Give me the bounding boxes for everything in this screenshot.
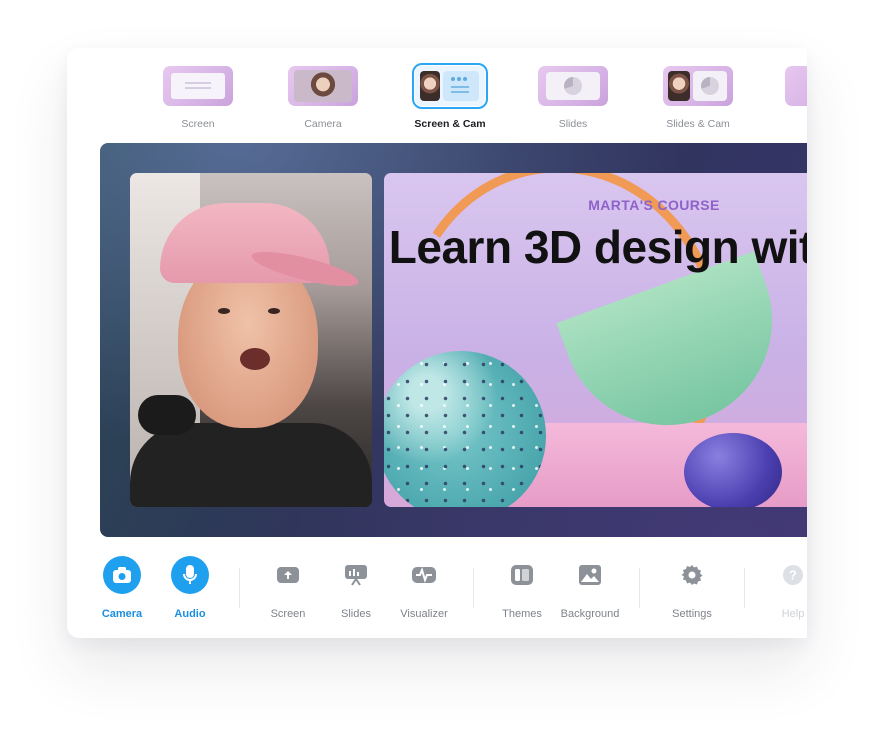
gear-icon: [673, 556, 711, 594]
visualizer-label: Visualizer: [400, 608, 448, 620]
background-button[interactable]: Background: [550, 556, 630, 620]
screen-layout-icon: [163, 66, 233, 106]
layout-label: Screen: [181, 118, 215, 130]
recording-studio-window: Screen Camera Screen & Cam Slides Slides…: [67, 48, 807, 638]
layout-label: Camera: [304, 118, 342, 130]
camera-feed: [130, 173, 372, 507]
background-label: Background: [560, 608, 620, 620]
layout-option-slides[interactable]: Slides: [536, 66, 610, 130]
camera-icon: [103, 556, 141, 594]
slide-title: Learn 3D design with me: [388, 221, 807, 273]
presentation-icon: [337, 556, 375, 594]
settings-button[interactable]: Settings: [652, 556, 732, 620]
help-label: Help: [781, 608, 805, 620]
layout-option-camera[interactable]: Camera: [286, 66, 360, 130]
image-icon: [571, 556, 609, 594]
microphone-icon: [171, 556, 209, 594]
slides-cam-layout-icon: [663, 66, 733, 106]
microphone-in-hand: [138, 395, 196, 435]
themes-icon: [503, 556, 541, 594]
layout-option-slides-cam[interactable]: Slides & Cam: [661, 66, 735, 130]
layout-option-more[interactable]: [783, 66, 807, 106]
audio-button[interactable]: Audio: [150, 556, 230, 620]
settings-label: Settings: [672, 608, 712, 620]
bottom-toolbar: Camera Audio Screen Slides Visualizer Th…: [67, 554, 807, 638]
layout-option-screen[interactable]: Screen: [161, 66, 235, 130]
visualizer-button[interactable]: Visualizer: [384, 556, 464, 620]
waveform-icon: [405, 556, 443, 594]
camera-layout-icon: [288, 66, 358, 106]
layout-option-screen-cam[interactable]: Screen & Cam: [412, 63, 488, 130]
layout-label: Slides & Cam: [666, 118, 730, 130]
slides-layout-icon: [538, 66, 608, 106]
slide-preview: MARTA'S COURSE Learn 3D design with me: [384, 173, 807, 507]
slide-kicker: MARTA'S COURSE: [588, 197, 720, 213]
svg-text:?: ?: [789, 568, 797, 583]
layout-label: Slides: [558, 118, 588, 130]
preview-stage: MARTA'S COURSE Learn 3D design with me: [100, 143, 807, 537]
screen-cam-layout-icon: [412, 63, 488, 109]
audio-label: Audio: [174, 608, 206, 620]
screen-share-icon: [269, 556, 307, 594]
help-icon: ?: [774, 556, 807, 594]
layout-label: Screen & Cam: [414, 118, 486, 130]
help-button[interactable]: ? Help: [753, 556, 807, 620]
audio-layout-icon: [785, 66, 807, 106]
